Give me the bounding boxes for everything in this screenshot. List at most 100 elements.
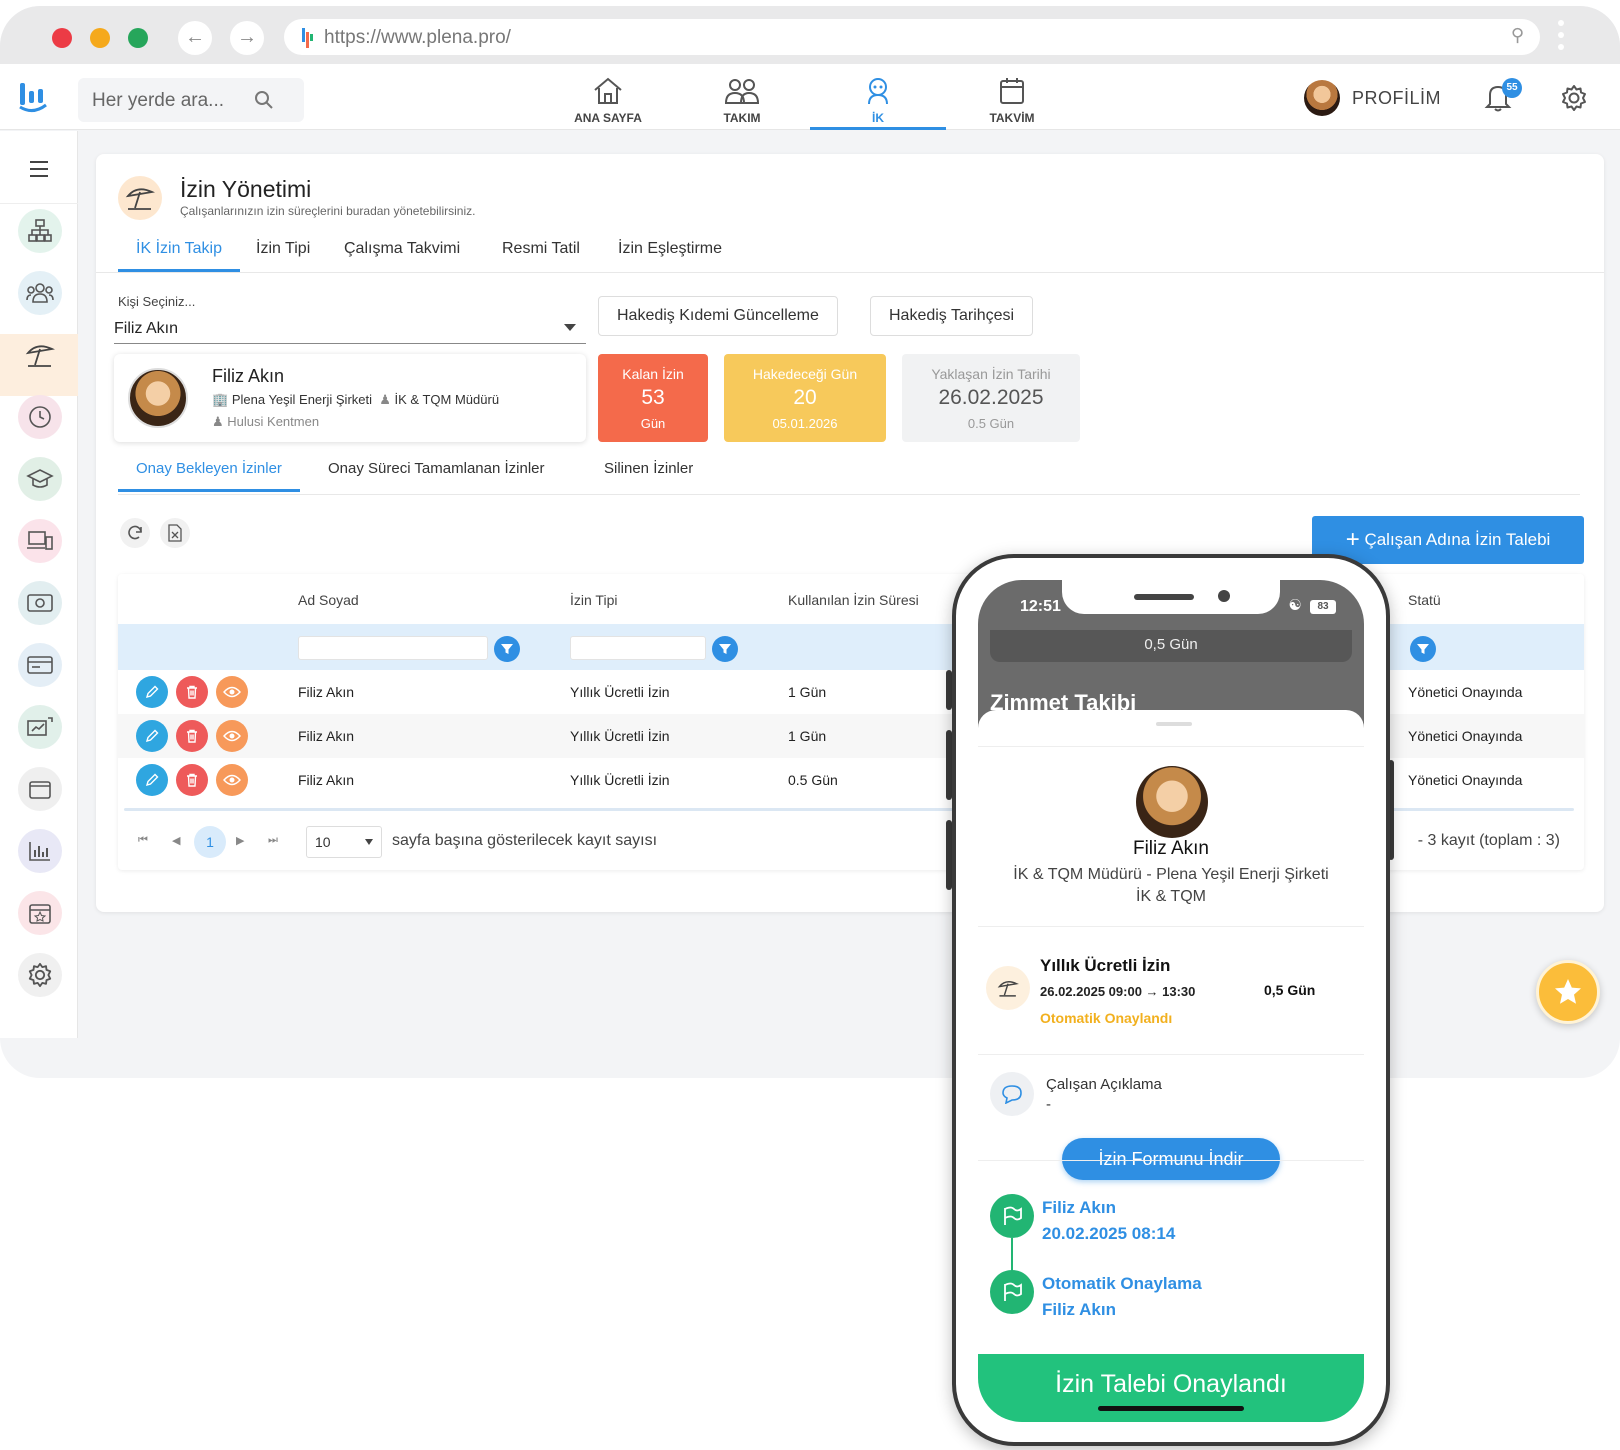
people-icon xyxy=(26,283,54,303)
tab-pending-approvals[interactable]: Onay Bekleyen İzinler xyxy=(118,460,300,492)
tab-leave-type[interactable]: İzin Tipi xyxy=(238,240,328,272)
global-search[interactable]: Her yerde ara... xyxy=(78,78,304,122)
sidebar-item-reports[interactable] xyxy=(18,829,62,873)
first-page-icon[interactable]: ⏮ xyxy=(138,834,148,847)
prev-page-icon[interactable]: ◀ xyxy=(172,834,180,847)
maximize-window-button[interactable] xyxy=(128,28,148,48)
sidebar-item-people[interactable] xyxy=(18,271,62,315)
notifications-button[interactable]: 55 xyxy=(1484,78,1522,117)
forward-arrow-icon[interactable]: → xyxy=(230,21,264,55)
search-input[interactable]: Her yerde ara... xyxy=(92,90,224,112)
tab-work-calendar[interactable]: Çalışma Takvimi xyxy=(326,240,478,272)
employee-name: Filiz Akın xyxy=(1132,838,1210,859)
sidebar-item-events[interactable] xyxy=(18,891,62,935)
url-text: https://www.plena.pro/ xyxy=(324,27,511,48)
chevron-down-icon xyxy=(564,324,576,331)
view-button[interactable] xyxy=(216,676,248,708)
mobile-phone-mockup: 12:51 ☯ 83 0,5 Gün Zimmet Takibi Filiz A… xyxy=(952,554,1390,1446)
sheet-drag-handle[interactable] xyxy=(1156,722,1192,726)
seniority-update-button[interactable]: Hakediş Kıdemi Güncelleme xyxy=(598,296,838,336)
building-icon: 🏢 xyxy=(212,392,229,407)
expense-icon xyxy=(27,717,53,736)
edit-button[interactable] xyxy=(136,764,168,796)
name-filter-input[interactable] xyxy=(298,636,488,660)
next-page-icon[interactable]: ▶ xyxy=(236,834,244,847)
sidebar-item-payroll[interactable] xyxy=(18,581,62,625)
sidebar-item-leave[interactable] xyxy=(18,333,62,377)
nav-home[interactable]: ANA SAYFA xyxy=(540,64,676,130)
delete-button[interactable] xyxy=(176,720,208,752)
back-arrow-icon[interactable]: ← xyxy=(178,21,212,55)
home-indicator[interactable] xyxy=(1098,1406,1244,1411)
sidebar-item-expenses[interactable] xyxy=(18,705,62,749)
address-bar[interactable]: https://www.plena.pro/ ⚲ xyxy=(284,19,1540,55)
view-button[interactable] xyxy=(216,720,248,752)
nav-calendar-label: TAKVİM xyxy=(989,111,1035,125)
upcoming-leave-label: Yaklaşan İzin Tarihi xyxy=(931,366,1051,382)
sidebar-item-wallet[interactable] xyxy=(18,767,62,811)
person-role: İK & TQM Müdürü xyxy=(394,392,500,407)
nav-hr[interactable]: İK xyxy=(810,64,946,130)
refresh-button[interactable] xyxy=(120,518,150,548)
type-filter-input[interactable] xyxy=(570,636,706,660)
umbrella-icon xyxy=(997,981,1019,997)
page-title-icon xyxy=(118,176,162,220)
plena-logo[interactable] xyxy=(18,81,48,113)
search-icon[interactable]: ⚲ xyxy=(1511,25,1524,46)
refresh-icon xyxy=(128,525,142,540)
search-icon[interactable] xyxy=(254,90,274,110)
tab-completed-approvals[interactable]: Onay Süreci Tamamlanan İzinler xyxy=(310,460,563,492)
export-excel-button[interactable] xyxy=(160,518,190,548)
leave-duration: 0,5 Gün xyxy=(1264,982,1316,998)
browser-menu-icon[interactable] xyxy=(1558,20,1564,56)
sidebar-item-assets[interactable] xyxy=(18,519,62,563)
tab-deleted[interactable]: Silinen İzinler xyxy=(586,460,711,492)
add-leave-request-button[interactable]: + Çalışan Adına İzin Talebi xyxy=(1312,516,1584,564)
last-page-icon[interactable]: ⏭ xyxy=(268,834,278,847)
favorites-button[interactable] xyxy=(1536,960,1600,1024)
nav-calendar[interactable]: TAKVİM xyxy=(944,64,1080,130)
nav-team[interactable]: TAKIM xyxy=(674,64,810,130)
org-chart-icon xyxy=(28,219,52,242)
page-size-label: sayfa başına gösterilecek kayıt sayısı xyxy=(392,832,658,849)
delete-button[interactable] xyxy=(176,676,208,708)
leave-detail-sheet: Filiz Akın İK & TQM Müdürü - Plena Yeşil… xyxy=(978,710,1364,1422)
pencil-icon xyxy=(145,773,159,787)
sidebar-item-training[interactable] xyxy=(18,457,62,501)
edit-button[interactable] xyxy=(136,676,168,708)
page-size-select[interactable]: 10 xyxy=(306,826,382,858)
tab-public-holiday[interactable]: Resmi Tatil xyxy=(484,240,598,272)
sidebar-item-cards[interactable] xyxy=(18,643,62,687)
row-name: Filiz Akın xyxy=(298,728,355,744)
entitlement-history-button[interactable]: Hakediş Tarihçesi xyxy=(870,296,1034,336)
eye-icon xyxy=(223,730,241,742)
column-used-header[interactable]: Kullanılan İzin Süresi xyxy=(788,592,919,608)
delete-button[interactable] xyxy=(176,764,208,796)
current-page[interactable]: 1 xyxy=(194,826,226,858)
comment-icon-wrap xyxy=(990,1072,1034,1116)
name-filter-button[interactable] xyxy=(494,636,520,662)
edit-button[interactable] xyxy=(136,720,168,752)
minimize-window-button[interactable] xyxy=(90,28,110,48)
tab-leave-matching[interactable]: İzin Eşleştirme xyxy=(600,240,740,272)
tab-hr-leave-tracking[interactable]: İK İzin Takip xyxy=(118,240,240,272)
tabs-divider xyxy=(96,272,1604,273)
column-name-header[interactable]: Ad Soyad xyxy=(298,592,359,608)
hamburger-menu-icon[interactable] xyxy=(30,161,48,182)
download-form-button[interactable]: İzin Formunu İndir xyxy=(1062,1138,1280,1180)
settings-gear-icon[interactable] xyxy=(1560,84,1588,112)
person-select[interactable]: Filiz Akın xyxy=(114,314,586,344)
row-used: 0.5 Gün xyxy=(788,772,838,788)
sidebar-item-settings[interactable] xyxy=(18,953,62,997)
type-filter-button[interactable] xyxy=(712,636,738,662)
card-icon xyxy=(27,656,53,674)
status-filter-button[interactable] xyxy=(1410,636,1436,662)
close-window-button[interactable] xyxy=(52,28,72,48)
column-status-header[interactable]: Statü xyxy=(1408,592,1441,608)
view-button[interactable] xyxy=(216,764,248,796)
sidebar-item-time[interactable] xyxy=(18,395,62,439)
background-chip: 0,5 Gün xyxy=(990,630,1352,662)
column-type-header[interactable]: İzin Tipi xyxy=(570,592,617,608)
row-status: Yönetici Onayında xyxy=(1408,772,1523,788)
sidebar-item-org-chart[interactable] xyxy=(18,209,62,253)
